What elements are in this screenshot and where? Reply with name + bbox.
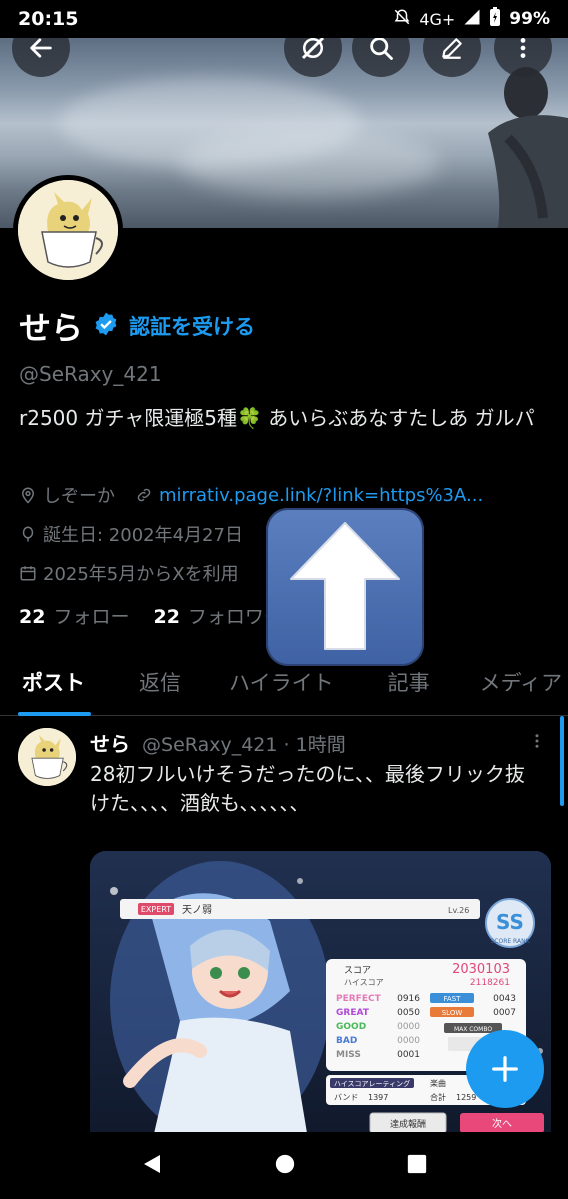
plus-icon xyxy=(492,1056,518,1082)
status-bar: 20:15 4G+ 99% xyxy=(0,0,568,38)
profile-meta-row-1: しぞーか mirrativ.page.link/?link=https%3A..… xyxy=(19,482,483,508)
profile-name: せら xyxy=(19,309,84,347)
total-value: 1259 xyxy=(456,1093,476,1102)
following-link[interactable]: 22 フォロー xyxy=(19,602,129,629)
more-vertical-icon xyxy=(520,38,526,58)
following-label: フォロー xyxy=(53,606,130,628)
profile-meta-row-2: 誕生日: 2002年4月27日 xyxy=(19,521,243,547)
network-label: 4G+ xyxy=(419,9,456,29)
bad-label: BAD xyxy=(336,1036,357,1046)
mimikyu-cup-avatar-image xyxy=(18,180,118,280)
rating-label: ハイスコアレーティング xyxy=(334,1079,410,1088)
circle-home-icon xyxy=(275,1154,295,1173)
tab-posts[interactable]: ポスト xyxy=(0,660,109,716)
tab-highlights[interactable]: ハイライト xyxy=(205,660,358,716)
profile-joined: 2025年5月からXを利用 xyxy=(43,564,239,585)
post-avatar[interactable] xyxy=(18,728,76,786)
post-media-image[interactable]: EXPERT 天ノ弱 Lv.26 SS SCORE RANK スコア 20301… xyxy=(90,851,551,1151)
fast-value: 0043 xyxy=(493,994,516,1004)
total-label: 合計 xyxy=(430,1092,446,1102)
scroll-indicator[interactable] xyxy=(560,716,564,806)
profile-birthday: 誕生日: 2002年4月27日 xyxy=(43,525,243,546)
follow-stats: 22 フォロー 22 フォロワー xyxy=(19,602,283,629)
location-pin-icon xyxy=(21,487,35,504)
difficulty-label: EXPERT xyxy=(141,905,171,914)
nav-back-button[interactable] xyxy=(140,1152,164,1180)
nav-recents-button[interactable] xyxy=(406,1153,428,1179)
profile-name-row: せら 認証を受ける xyxy=(19,303,255,349)
post-timestamp: · 1時間 xyxy=(283,734,346,756)
triangle-back-icon xyxy=(144,1154,160,1173)
banner-cloud xyxy=(180,128,440,198)
great-label: GREAT xyxy=(336,1008,370,1018)
perfect-value: 0916 xyxy=(397,994,420,1004)
tab-articles[interactable]: 記事 xyxy=(358,660,454,716)
score-rank: SS xyxy=(496,910,524,934)
profile-website-link[interactable]: mirrativ.page.link/?link=https%3A... xyxy=(159,485,483,506)
search-icon xyxy=(370,37,393,60)
arrow-left-icon xyxy=(30,38,52,58)
band-label: バンド xyxy=(334,1093,358,1102)
status-time: 20:15 xyxy=(18,8,79,30)
perfect-label: PERFECT xyxy=(336,994,382,1004)
band-value: 1397 xyxy=(368,1093,388,1102)
verified-badge-icon xyxy=(93,311,119,341)
profile-location: しぞーか xyxy=(43,486,115,507)
hiscore-label: ハイスコア xyxy=(344,978,384,987)
balloon-icon xyxy=(22,526,34,542)
scroll-to-top-overlay[interactable] xyxy=(266,508,424,666)
great-value: 0050 xyxy=(397,1008,420,1018)
nav-home-button[interactable] xyxy=(274,1153,296,1179)
music-label: 楽曲 xyxy=(430,1078,446,1088)
system-nav-bar xyxy=(0,1132,568,1199)
mute-icon xyxy=(393,8,411,30)
profile-avatar[interactable] xyxy=(13,175,123,285)
hiscore-value: 2118261 xyxy=(470,978,510,988)
square-recents-icon xyxy=(407,1154,427,1173)
post-more-button[interactable] xyxy=(528,730,546,757)
score-value: 2030103 xyxy=(452,962,510,977)
signal-icon xyxy=(463,8,481,30)
good-value: 0000 xyxy=(397,1022,420,1032)
slow-label: SLOW xyxy=(442,1009,463,1017)
battery-icon xyxy=(489,7,501,31)
post-text: 28初フルいけそうだったのに、、最後フリック抜けた、、、、酒飲も、、、、、、 xyxy=(90,762,525,815)
fast-label: FAST xyxy=(444,995,462,1003)
compose-button[interactable] xyxy=(466,1030,544,1108)
link-icon xyxy=(137,488,151,502)
post-author-name[interactable]: せら xyxy=(90,732,130,756)
game-result-screenshot: EXPERT 天ノ弱 Lv.26 SS SCORE RANK スコア 20301… xyxy=(90,851,551,1151)
profile-meta-row-3: 2025年5月からXを利用 xyxy=(19,560,239,586)
post-author-handle: @SeRaxy_421 xyxy=(142,734,278,756)
mimikyu-cup-avatar-image xyxy=(18,728,76,786)
tab-media[interactable]: メディア xyxy=(454,660,568,716)
achievement-reward-button: 達成報酬 xyxy=(390,1118,426,1130)
song-level: Lv.26 xyxy=(448,906,469,915)
post-header: せら @SeRaxy_421 · 1時間 xyxy=(90,728,346,757)
score-label: スコア xyxy=(344,966,371,976)
miss-value: 0001 xyxy=(397,1050,420,1060)
followers-count: 22 xyxy=(153,606,180,628)
followers-link[interactable]: 22 フォロワー xyxy=(153,602,282,629)
miss-label: MISS xyxy=(336,1050,361,1060)
battery-percent: 99% xyxy=(509,9,550,29)
bad-value: 0000 xyxy=(397,1036,420,1046)
arrow-up-icon xyxy=(290,522,400,650)
next-button: 次へ xyxy=(492,1117,512,1130)
good-label: GOOD xyxy=(336,1022,366,1032)
profile-handle: @SeRaxy_421 xyxy=(19,362,162,386)
get-verified-link[interactable]: 認証を受ける xyxy=(129,311,255,341)
calendar-icon xyxy=(20,566,36,581)
profile-bio: r2500 ガチャ限運極5種🍀 あいらぶあなすたしあ ガルパ xyxy=(19,406,535,430)
following-count: 22 xyxy=(19,606,46,628)
pencil-icon xyxy=(442,38,462,59)
slow-value: 0007 xyxy=(493,1008,516,1018)
score-rank-label: SCORE RANK xyxy=(490,938,530,945)
song-title: 天ノ弱 xyxy=(182,904,212,916)
profile-tabs: ポスト 返信 ハイライト 記事 メディア xyxy=(0,660,568,716)
more-vertical-icon xyxy=(535,734,539,748)
max-combo-label: MAX COMBO xyxy=(454,1026,492,1033)
tab-replies[interactable]: 返信 xyxy=(109,660,205,716)
